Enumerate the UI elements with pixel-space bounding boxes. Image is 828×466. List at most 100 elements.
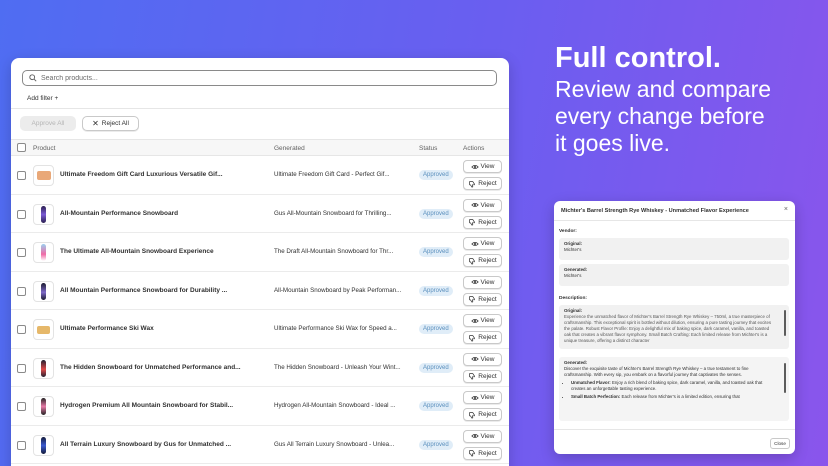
divider — [11, 108, 509, 109]
view-button[interactable]: View — [463, 160, 502, 173]
row-checkbox[interactable] — [17, 402, 26, 411]
modal-header: Michter's Barrel Strength Rye Whiskey - … — [554, 201, 795, 221]
view-button[interactable]: View — [463, 198, 502, 212]
generated-title: Gus All-Mountain Snowboard for Thrilling… — [274, 209, 392, 217]
view-button[interactable]: View — [463, 429, 502, 443]
x-icon: ✕ — [92, 118, 99, 128]
description-generated-box[interactable]: Generated: Discover the exquisite taste … — [559, 357, 789, 421]
thumbs-down-icon — [469, 373, 476, 380]
generated-title: Ultimate Performance Ski Wax for Speed a… — [274, 325, 397, 332]
row-checkbox[interactable] — [17, 325, 26, 334]
view-button[interactable]: View — [463, 391, 502, 404]
bullet-text: Each release from Michter's is a limited… — [620, 394, 740, 399]
status-badge: Approved — [419, 401, 453, 411]
product-thumbnail — [33, 203, 54, 225]
row-checkbox[interactable] — [17, 209, 26, 219]
headline: Full control. Review and compare every c… — [555, 40, 820, 157]
thumbs-down-icon — [469, 450, 476, 457]
product-name: The Ultimate All-Mountain Snowboard Expe… — [60, 248, 214, 255]
product-name: All-Mountain Performance Snowboard — [60, 209, 179, 217]
status-badge: Approved — [419, 170, 453, 180]
headline-title: Full control. — [555, 42, 721, 74]
product-name: Ultimate Performance Ski Wax — [60, 325, 154, 332]
reject-button[interactable]: Reject — [463, 369, 502, 383]
table-row: The Ultimate All-Mountain Snowboard Expe… — [11, 233, 509, 272]
reject-button[interactable]: Reject — [463, 254, 502, 267]
row-checkbox[interactable] — [17, 171, 26, 180]
reject-button[interactable]: Reject — [463, 177, 502, 190]
reject-all-button[interactable]: ✕ Reject All — [82, 116, 139, 131]
eye-icon — [470, 280, 479, 284]
row-checkbox[interactable] — [17, 363, 26, 373]
table-row: All Mountain Performance Snowboard for D… — [11, 272, 509, 310]
reject-label: Reject — [478, 334, 497, 341]
scrollbar[interactable] — [784, 310, 786, 336]
view-label: View — [480, 432, 495, 440]
divider — [554, 429, 795, 430]
reject-button[interactable]: Reject — [463, 215, 502, 229]
column-product: Product — [33, 145, 56, 152]
reject-button[interactable]: Reject — [463, 331, 502, 344]
search-input[interactable] — [41, 74, 481, 82]
desc-generated-text: Discover the exquisite taste of Michter'… — [564, 366, 749, 377]
reject-button[interactable]: Reject — [463, 408, 502, 421]
product-thumbnail — [33, 357, 54, 379]
generated-title: All-Mountain Snowboard by Peak Performan… — [274, 286, 402, 294]
search-box[interactable] — [22, 70, 497, 86]
bullet-title: Unmatched Flavor: — [571, 380, 611, 385]
reject-label: Reject — [478, 372, 497, 380]
view-button[interactable]: View — [463, 352, 502, 366]
thumbs-down-icon — [469, 411, 476, 419]
thumbs-down-icon — [469, 219, 476, 226]
view-button[interactable]: View — [463, 237, 502, 250]
description-original-box[interactable]: Original: Experience the unmatched flavo… — [559, 305, 789, 349]
column-actions: Actions — [463, 145, 485, 152]
eye-icon — [470, 203, 479, 207]
row-checkbox[interactable] — [17, 248, 26, 257]
reject-all-label: Reject All — [101, 120, 129, 127]
reject-button[interactable]: Reject — [463, 292, 502, 306]
desc-original-text: Experience the unmatched flavor of Micht… — [564, 314, 772, 343]
generated-title: The Hidden Snowboard - Unleash Your Wint… — [274, 363, 401, 371]
select-all-checkbox[interactable] — [17, 143, 26, 152]
table-row: Hydrogen Premium All Mountain Snowboard … — [11, 387, 509, 426]
view-label: View — [480, 278, 495, 286]
product-name: Ultimate Freedom Gift Card Luxurious Ver… — [60, 171, 223, 178]
feature-list: Unmatched Flavor: Enjoy a rich blend of … — [564, 380, 777, 400]
table-row: All-Mountain Performance Snowboard Gus Al… — [11, 195, 509, 233]
column-generated: Generated — [274, 145, 305, 152]
reject-label: Reject — [478, 295, 497, 303]
reject-button[interactable]: Reject — [463, 446, 502, 460]
vendor-generated-value: Michter's — [564, 273, 582, 278]
status-badge: Approved — [419, 247, 453, 257]
modal-title: Michter's Barrel Strength Rye Whiskey - … — [561, 208, 749, 214]
scrollbar[interactable] — [784, 363, 786, 393]
thumbs-down-icon — [469, 334, 476, 342]
product-thumbnail — [33, 434, 54, 456]
table-header: Product Generated Status Actions — [11, 139, 509, 156]
close-icon[interactable]: × — [784, 206, 788, 213]
row-checkbox[interactable] — [17, 286, 26, 296]
product-thumbnail — [33, 165, 54, 186]
table-row: Ultimate Performance Ski Wax Ultimate Per… — [11, 310, 509, 349]
product-name: Hydrogen Premium All Mountain Snowboard … — [60, 402, 234, 409]
approve-all-button[interactable]: Approve All — [20, 116, 76, 131]
eye-icon — [470, 241, 479, 246]
add-filter-button[interactable]: Add filter + — [27, 95, 58, 102]
product-name: All Mountain Performance Snowboard for D… — [60, 286, 228, 294]
thumbs-down-icon — [469, 180, 476, 188]
row-checkbox[interactable] — [17, 440, 26, 450]
view-label: View — [480, 394, 495, 401]
headline-line: every change before — [555, 103, 765, 129]
reject-label: Reject — [478, 257, 497, 264]
close-button[interactable]: Close — [770, 438, 790, 449]
thumbs-down-icon — [469, 257, 476, 265]
eye-icon — [470, 434, 479, 438]
view-button[interactable]: View — [463, 314, 502, 327]
view-button[interactable]: View — [463, 275, 502, 289]
status-badge: Approved — [419, 362, 453, 373]
vendor-original-value: Michter's — [564, 247, 582, 252]
status-badge: Approved — [419, 324, 453, 334]
search-icon — [29, 74, 37, 82]
view-label: View — [480, 355, 495, 363]
